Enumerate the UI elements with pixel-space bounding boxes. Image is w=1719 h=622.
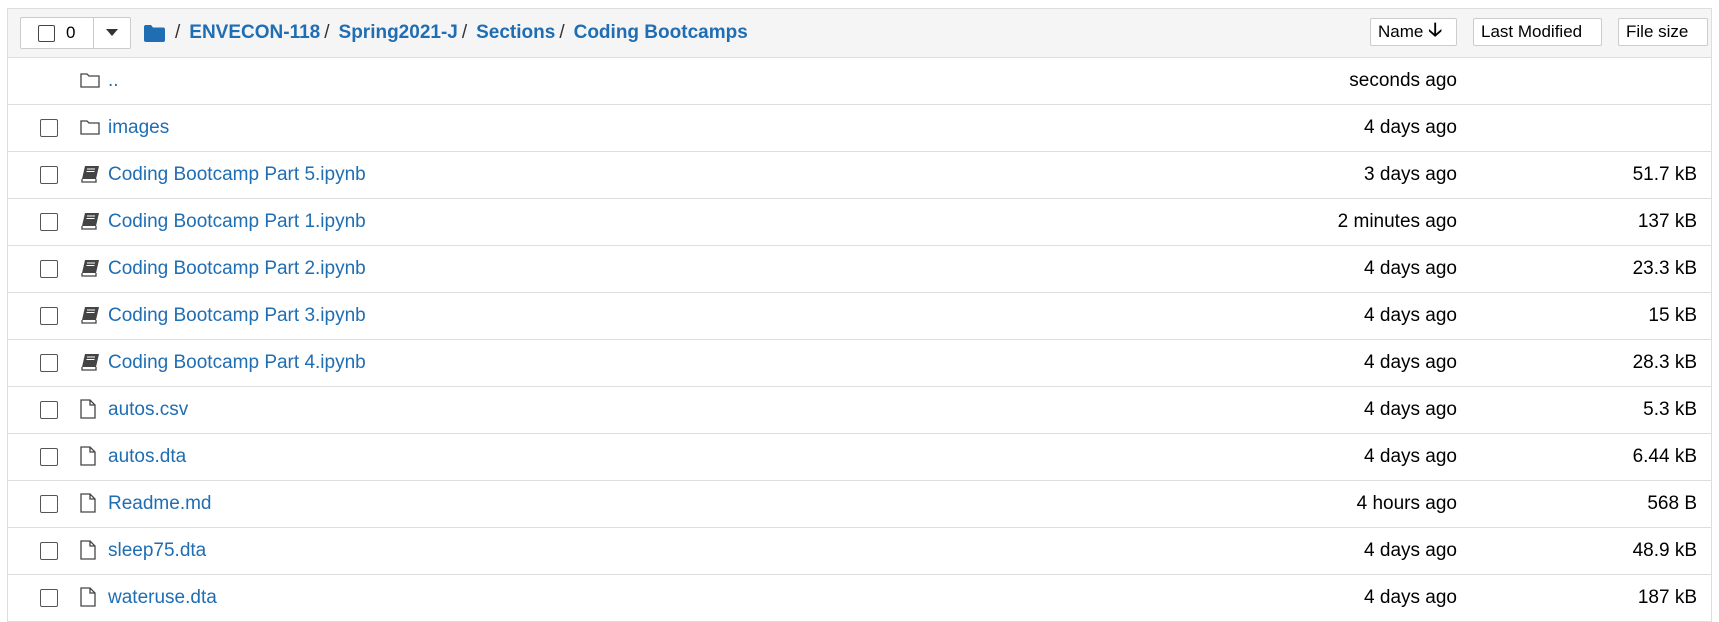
item-size: 5.3 kB: [1643, 399, 1697, 420]
select-menu-toggle[interactable]: [94, 18, 130, 48]
sort-modified-label: Last Modified: [1481, 22, 1583, 41]
item-name-link[interactable]: autos.csv: [108, 399, 188, 421]
list-item[interactable]: sleep75.dta 4 days ago 48.9 kB: [8, 528, 1711, 575]
item-size: 48.9 kB: [1632, 540, 1697, 561]
row-checkbox[interactable]: [40, 354, 58, 372]
item-name-link[interactable]: Coding Bootcamp Part 1.ipynb: [108, 211, 366, 233]
row-checkbox[interactable]: [40, 448, 58, 466]
file-icon: [80, 539, 102, 561]
item-name-link[interactable]: images: [108, 117, 169, 139]
row-checkbox[interactable]: [40, 401, 58, 419]
item-modified: 4 days ago: [1364, 446, 1457, 467]
sort-by-size-button[interactable]: File size: [1618, 18, 1708, 46]
item-size: 15 kB: [1648, 305, 1697, 326]
item-modified: 4 days ago: [1364, 399, 1457, 420]
row-checkbox[interactable]: [40, 119, 58, 137]
row-checkbox[interactable]: [40, 213, 58, 231]
list-item[interactable]: Readme.md 4 hours ago 568 B: [8, 481, 1711, 528]
breadcrumb-separator: /: [461, 22, 468, 43]
item-size: 23.3 kB: [1632, 258, 1697, 279]
item-name-link[interactable]: Coding Bootcamp Part 3.ipynb: [108, 305, 366, 327]
breadcrumb: / ENVECON-118 / Spring2021-J / Sections …: [144, 9, 748, 57]
select-all[interactable]: 0: [21, 18, 94, 48]
list-item[interactable]: Coding Bootcamp Part 2.ipynb 4 days ago 23…: [8, 246, 1711, 293]
sort-name-label: Name: [1378, 22, 1424, 41]
folder-icon: [80, 116, 102, 138]
item-modified: 4 days ago: [1364, 540, 1457, 561]
item-modified: 4 days ago: [1364, 117, 1457, 138]
item-modified: 4 days ago: [1364, 352, 1457, 373]
caret-down-icon: [106, 29, 118, 36]
item-modified: seconds ago: [1349, 70, 1457, 91]
item-modified: 3 days ago: [1364, 164, 1457, 185]
item-name-link[interactable]: Readme.md: [108, 493, 212, 515]
file-list-header: 0 / ENVECON-118 / Spring2021-J / Section…: [8, 9, 1711, 58]
notebook-icon: [80, 163, 102, 185]
item-size: 568 B: [1647, 493, 1697, 514]
item-size: 28.3 kB: [1632, 352, 1697, 373]
notebook-icon: [80, 210, 102, 232]
breadcrumb-link[interactable]: Coding Bootcamps: [574, 22, 748, 44]
arrow-down-icon: 🡣: [1428, 20, 1443, 41]
list-item[interactable]: autos.dta 4 days ago 6.44 kB: [8, 434, 1711, 481]
item-name-link[interactable]: ..: [108, 70, 119, 92]
list-item[interactable]: autos.csv 4 days ago 5.3 kB: [8, 387, 1711, 434]
selected-count: 0: [66, 23, 76, 42]
sort-by-name-button[interactable]: Name 🡣: [1370, 18, 1457, 46]
list-item[interactable]: Coding Bootcamp Part 4.ipynb 4 days ago 28…: [8, 340, 1711, 387]
breadcrumb-separator: /: [175, 22, 181, 43]
notebook-icon: [80, 257, 102, 279]
item-size: 51.7 kB: [1632, 164, 1697, 185]
file-browser: 0 / ENVECON-118 / Spring2021-J / Section…: [7, 8, 1712, 622]
item-name-link[interactable]: Coding Bootcamp Part 4.ipynb: [108, 352, 366, 374]
row-checkbox[interactable]: [40, 542, 58, 560]
item-name-link[interactable]: autos.dta: [108, 446, 186, 468]
item-size: 6.44 kB: [1632, 446, 1697, 467]
list-item[interactable]: wateruse.dta 4 days ago 187 kB: [8, 575, 1711, 622]
file-icon: [80, 398, 102, 420]
breadcrumb-link[interactable]: ENVECON-118: [189, 22, 320, 44]
item-modified: 4 days ago: [1364, 305, 1457, 326]
item-name-link[interactable]: Coding Bootcamp Part 5.ipynb: [108, 164, 366, 186]
file-list: .. seconds ago images 4 days ago Coding Boot…: [8, 58, 1711, 622]
file-icon: [80, 492, 102, 514]
sort-by-modified-button[interactable]: Last Modified: [1473, 18, 1602, 46]
row-checkbox[interactable]: [40, 495, 58, 513]
item-modified: 2 minutes ago: [1337, 211, 1457, 232]
folder-icon[interactable]: [144, 24, 165, 42]
item-modified: 4 hours ago: [1356, 493, 1457, 514]
select-all-checkbox[interactable]: [38, 24, 55, 42]
item-name-link[interactable]: Coding Bootcamp Part 2.ipynb: [108, 258, 366, 280]
select-dropdown[interactable]: 0: [20, 17, 131, 49]
item-modified: 4 days ago: [1364, 258, 1457, 279]
breadcrumb-link[interactable]: Spring2021-J: [339, 22, 458, 44]
item-size: 137 kB: [1637, 211, 1697, 232]
file-icon: [80, 445, 102, 467]
item-size: 187 kB: [1637, 587, 1697, 608]
row-checkbox[interactable]: [40, 307, 58, 325]
item-name-link[interactable]: sleep75.dta: [108, 540, 206, 562]
folder-icon: [80, 69, 102, 91]
item-modified: 4 days ago: [1364, 587, 1457, 608]
row-checkbox[interactable]: [40, 589, 58, 607]
item-name-link[interactable]: wateruse.dta: [108, 587, 217, 609]
list-item[interactable]: Coding Bootcamp Part 5.ipynb 3 days ago 51…: [8, 152, 1711, 199]
parent-directory-row[interactable]: .. seconds ago: [8, 58, 1711, 105]
list-item[interactable]: images 4 days ago: [8, 105, 1711, 152]
list-item[interactable]: Coding Bootcamp Part 1.ipynb 2 minutes ag…: [8, 199, 1711, 246]
notebook-icon: [80, 351, 102, 373]
breadcrumb-separator: /: [324, 22, 330, 43]
breadcrumb-separator: /: [559, 22, 565, 43]
row-checkbox[interactable]: [40, 260, 58, 278]
file-icon: [80, 586, 102, 608]
notebook-icon: [80, 304, 102, 326]
list-item[interactable]: Coding Bootcamp Part 3.ipynb 4 days ago 15…: [8, 293, 1711, 340]
row-checkbox[interactable]: [40, 166, 58, 184]
breadcrumb-link[interactable]: Sections: [476, 22, 555, 44]
sort-size-label: File size: [1626, 22, 1689, 41]
